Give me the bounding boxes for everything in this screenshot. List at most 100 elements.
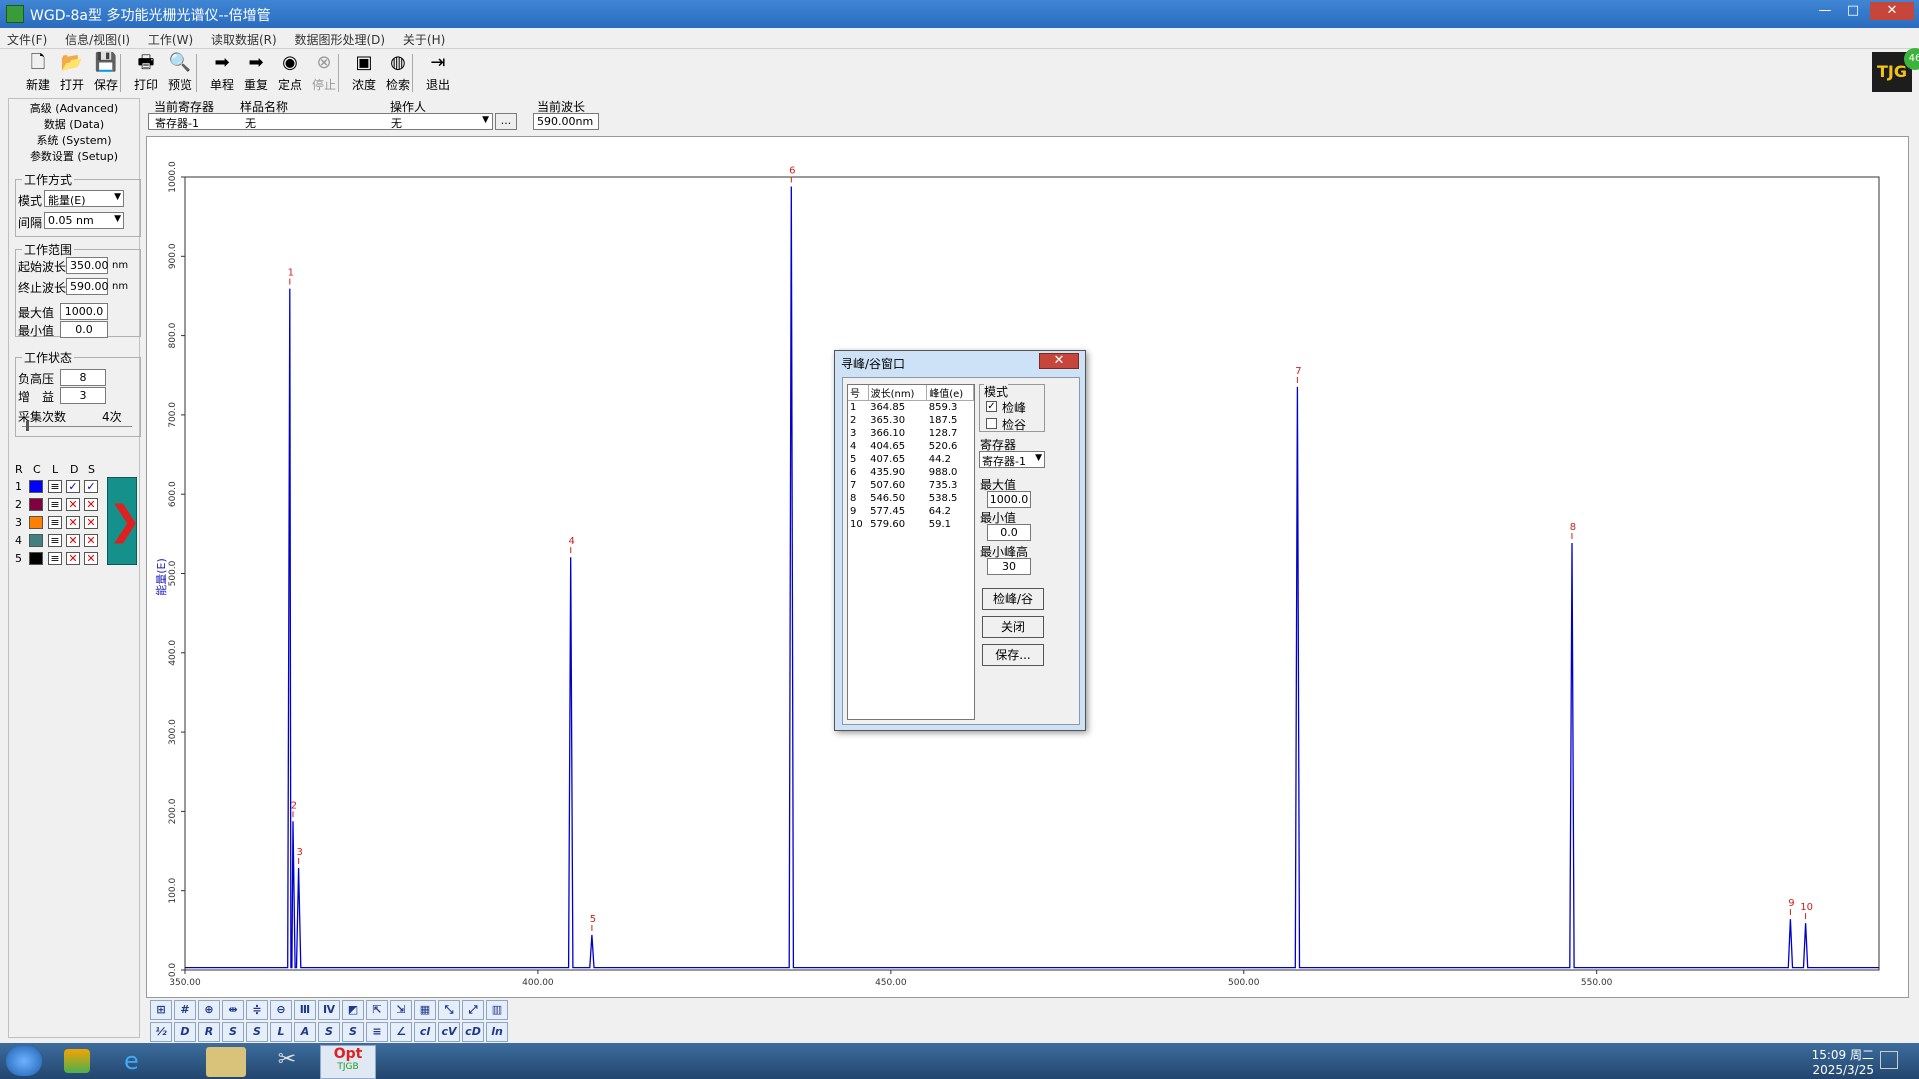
tab-data[interactable]: 数据 (Data) <box>9 117 139 133</box>
color-swatch[interactable] <box>29 552 43 565</box>
hv-input[interactable]: 8 <box>60 369 106 386</box>
dialog-save-button[interactable]: 保存... <box>982 644 1044 666</box>
select-cross-icon[interactable]: ✕ <box>84 534 98 547</box>
chart-tool-button[interactable]: ⊞ <box>150 1000 172 1020</box>
menu-work[interactable]: 工作(W) <box>141 28 200 51</box>
maximize-button[interactable]: □ <box>1840 2 1866 20</box>
tab-setup[interactable]: 参数设置 (Setup) <box>9 149 139 165</box>
chart-tool-button[interactable]: cl <box>414 1022 436 1042</box>
chart-tool-button[interactable]: ◩ <box>342 1000 364 1020</box>
select-cross-icon[interactable]: ✕ <box>84 516 98 529</box>
ie-icon[interactable]: e <box>124 1049 150 1073</box>
display-check-icon[interactable]: ✓ <box>66 480 80 493</box>
interval-select[interactable]: 0.05 nm <box>44 212 124 229</box>
select-cross-icon[interactable]: ✕ <box>84 552 98 565</box>
line-style-icon[interactable]: ≡ <box>48 516 62 529</box>
browse-button[interactable]: ... <box>495 113 517 130</box>
dialog-close-button[interactable]: ✕ <box>1039 353 1079 369</box>
dialog-minpeak-input[interactable]: 30 <box>987 558 1031 575</box>
min-input[interactable]: 0.0 <box>60 321 108 338</box>
col-wavelength[interactable]: 波长(nm) <box>868 385 928 401</box>
menu-data-graph[interactable]: 数据图形处理(D) <box>287 28 392 51</box>
table-row[interactable]: 9 577.45 64.2 <box>848 505 974 518</box>
line-style-icon[interactable]: ≡ <box>48 498 62 511</box>
table-row[interactable]: 1 364.85 859.3 <box>848 401 974 414</box>
chart-tool-button[interactable]: ⇹ <box>222 1000 244 1020</box>
table-row[interactable]: 10 579.60 59.1 <box>848 518 974 531</box>
max-input[interactable]: 1000.0 <box>60 303 108 320</box>
menu-about[interactable]: 关于(H) <box>396 28 452 51</box>
chart-tool-button[interactable]: ⊖ <box>270 1000 292 1020</box>
chart-tool-button[interactable]: cV <box>438 1022 460 1042</box>
menu-file[interactable]: 文件(F) <box>0 28 54 51</box>
chart-tool-button[interactable]: ▥ <box>486 1000 508 1020</box>
show-desktop-button[interactable] <box>1880 1051 1898 1069</box>
chart-tool-button[interactable]: ≡ <box>366 1022 388 1042</box>
chart-tool-button[interactable]: ⊕ <box>198 1000 220 1020</box>
table-row[interactable]: 3 366.10 128.7 <box>848 427 974 440</box>
expand-arrow-icon[interactable]: ❯ <box>107 477 142 565</box>
chart-tool-button[interactable]: ∠ <box>390 1022 412 1042</box>
app-icon-1[interactable] <box>64 1049 90 1073</box>
chart-tool-button[interactable]: # <box>174 1000 196 1020</box>
chart-tool-button[interactable]: ½ <box>150 1022 172 1042</box>
tab-advanced[interactable]: 高级 (Advanced) <box>9 101 139 117</box>
toolbar-preview-button[interactable]: 🔍 预览 <box>160 52 200 94</box>
table-row[interactable]: 2 365.30 187.5 <box>848 414 974 427</box>
chart-tool-button[interactable]: S <box>246 1022 268 1042</box>
clock[interactable]: 15:09 周二 2025/3/25 <box>1794 1046 1874 1077</box>
chart-tool-button[interactable]: S <box>342 1022 364 1042</box>
dialog-register-select[interactable]: 寄存器-1 ▼ <box>979 451 1045 468</box>
explorer-icon[interactable] <box>206 1047 246 1077</box>
line-style-icon[interactable]: ≡ <box>48 552 62 565</box>
table-row[interactable]: 5 407.65 44.2 <box>848 453 974 466</box>
peak-checkbox[interactable]: ✓ <box>986 401 997 412</box>
peak-list[interactable]: 号 波长(nm) 峰值(e) 1 364.85 859.3 2 365.30 187.5 3… <box>847 384 975 720</box>
select-cross-icon[interactable]: ✕ <box>84 498 98 511</box>
toolbar-exit-button[interactable]: ⇥ 退出 <box>418 52 458 94</box>
menu-info-view[interactable]: 信息/视图(I) <box>58 28 137 51</box>
end-wl-input[interactable]: 590.00 <box>66 278 109 295</box>
color-swatch[interactable] <box>29 534 43 547</box>
chart-tool-button[interactable]: D <box>174 1022 196 1042</box>
line-style-icon[interactable]: ≡ <box>48 480 62 493</box>
chart-tool-button[interactable]: ⇱ <box>366 1000 388 1020</box>
detect-button[interactable]: 检峰/谷 <box>982 588 1044 610</box>
chart-tool-button[interactable]: ▦ <box>414 1000 436 1020</box>
chart-tool-button[interactable]: R <box>198 1022 220 1042</box>
start-button[interactable] <box>6 1046 42 1076</box>
line-style-icon[interactable]: ≡ <box>48 534 62 547</box>
chart-tool-button[interactable]: ⇲ <box>390 1000 412 1020</box>
display-cross-icon[interactable]: ✕ <box>66 534 80 547</box>
chart-tool-button[interactable]: Ⅲ <box>294 1000 316 1020</box>
minimize-button[interactable]: — <box>1812 2 1838 20</box>
select-check-icon[interactable]: ✓ <box>84 480 98 493</box>
chart-tool-button[interactable]: cD <box>462 1022 484 1042</box>
opt-app-button[interactable]: Opt TJGB <box>320 1045 376 1079</box>
color-swatch[interactable] <box>29 498 43 511</box>
color-swatch[interactable] <box>29 516 43 529</box>
close-button[interactable]: ✕ <box>1870 2 1914 20</box>
chart-tool-button[interactable]: ≑ <box>246 1000 268 1020</box>
start-wl-input[interactable]: 350.00 <box>66 257 109 274</box>
color-swatch[interactable] <box>29 480 43 493</box>
tool-app-icon[interactable]: ✂ <box>270 1047 304 1077</box>
chart-tool-button[interactable]: L <box>270 1022 292 1042</box>
mode-select[interactable]: 能量(E) <box>44 190 124 207</box>
display-cross-icon[interactable]: ✕ <box>66 498 80 511</box>
tab-system[interactable]: 系统 (System) <box>9 133 139 149</box>
chart-tool-button[interactable]: S <box>318 1022 340 1042</box>
dialog-min-input[interactable]: 0.0 <box>987 524 1031 541</box>
register-select[interactable]: 寄存器-1 无 无 ▼ <box>148 113 493 130</box>
table-row[interactable]: 7 507.60 735.3 <box>848 479 974 492</box>
chart-tool-button[interactable]: ⤡ <box>438 1000 460 1020</box>
table-row[interactable]: 4 404.65 520.6 <box>848 440 974 453</box>
chart-tool-button[interactable]: S <box>222 1022 244 1042</box>
col-peak[interactable]: 峰值(e) <box>926 385 974 401</box>
chart-tool-button[interactable]: A <box>294 1022 316 1042</box>
col-number[interactable]: 号 <box>848 385 869 401</box>
dialog-close-action-button[interactable]: 关闭 <box>982 616 1044 638</box>
display-cross-icon[interactable]: ✕ <box>66 552 80 565</box>
gain-input[interactable]: 3 <box>60 387 106 404</box>
chart-tool-button[interactable]: ⤢ <box>462 1000 484 1020</box>
